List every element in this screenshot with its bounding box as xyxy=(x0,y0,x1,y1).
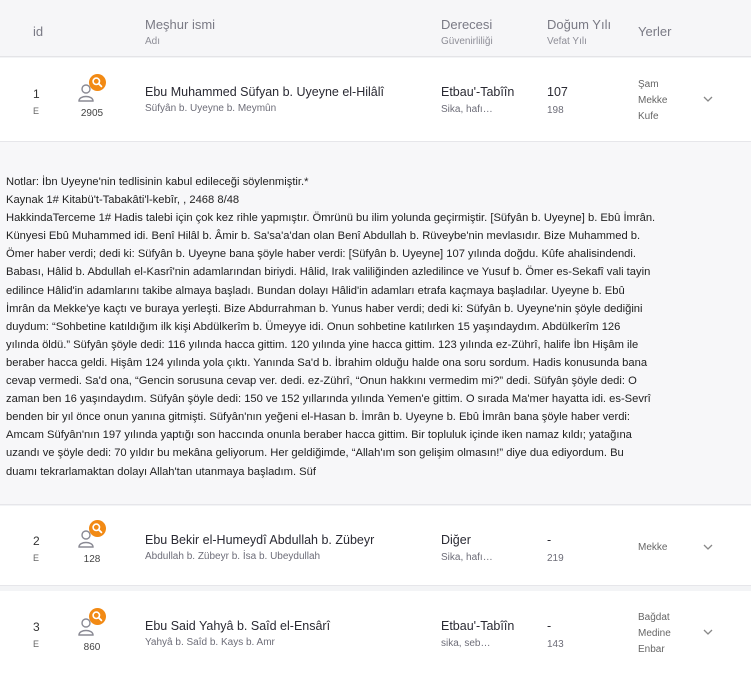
place-item: Enbar xyxy=(638,644,665,655)
reliability-grade: Etbau'-Tabîîn sika, seb… xyxy=(441,619,514,649)
narrator-table: id Meşhur ismi Adı Derecesi Güvenirliliğ… xyxy=(0,0,751,680)
row-id: 1 E xyxy=(33,87,40,116)
row-tag: E xyxy=(33,639,40,649)
full-name: Yahyâ b. Saîd b. Kays b. Amr xyxy=(145,637,275,648)
place-item: Medine xyxy=(638,628,671,639)
death-year: 219 xyxy=(547,553,564,564)
grade-detail: Sika, hafı… xyxy=(441,104,493,115)
search-icon xyxy=(92,611,103,622)
detail-line: duydum: “Sohbetine katıldığım ilk kişi A… xyxy=(6,320,621,333)
detail-line: Kaynak 1# Kitabü't-Tabakâti'l-kebîr, , 2… xyxy=(6,194,240,207)
header-places: Yerler xyxy=(638,24,672,39)
narrator-avatar[interactable]: 860 xyxy=(76,608,106,653)
full-name: Abdullah b. Zübeyr b. İsa b. Ubeydullah xyxy=(145,551,321,562)
place-item: Kufe xyxy=(638,111,659,122)
detail-line: Künyesi Ebû Muhammed idi. Benî Hilâl b. … xyxy=(6,230,641,243)
row-id-number: 2 xyxy=(33,534,40,548)
places-list: Şam Mekke Kufe xyxy=(638,77,667,125)
grade-label: Etbau'-Tabîîn xyxy=(441,85,515,99)
birth-year: - xyxy=(547,533,552,547)
chevron-down-icon[interactable] xyxy=(703,544,713,551)
birth-year: 107 xyxy=(547,85,568,99)
narrator-name[interactable]: Ebu Muhammed Süfyan b. Uyeyne el-Hilâlî … xyxy=(145,85,384,114)
search-badge[interactable] xyxy=(89,74,106,91)
birth-death-years: 107 198 xyxy=(547,85,568,116)
header-name-sub: Adı xyxy=(145,36,161,47)
hadith-count: 128 xyxy=(83,554,101,565)
row-id: 3 E xyxy=(33,620,40,649)
table-row[interactable]: 1 E 2905 Ebu Muhammed Süfyan b. Uyeyne e… xyxy=(0,58,751,142)
narrator-name[interactable]: Ebu Bekir el-Humeydî Abdullah b. Zübeyr … xyxy=(145,533,374,562)
grade-label: Diğer xyxy=(441,533,471,547)
narrator-avatar[interactable]: 128 xyxy=(76,520,106,565)
famous-name: Ebu Said Yahyâ b. Saîd el-Ensârî xyxy=(145,619,331,633)
table-row[interactable]: 2 E 128 Ebu Bekir el-Humeydî Abdullah b.… xyxy=(0,506,751,586)
detail-line: uzandı ve şöyle dedi: 70 yıldır bu mekân… xyxy=(6,447,624,460)
header-birth[interactable]: Doğum Yılı Vefat Yılı xyxy=(547,17,611,47)
detail-line: benden bir yıl önce onun yanına gitmişti… xyxy=(6,411,631,424)
detail-line: cevap vermedi. Sa'd ona, “Gencin sorusun… xyxy=(6,375,637,388)
places-list: Bağdat Medine Enbar xyxy=(638,610,671,658)
narrator-detail-panel: Notlar: İbn Uyeyne'nin tedlisinin kabul … xyxy=(0,142,751,505)
place-item: Mekke xyxy=(638,95,668,106)
row-tag: E xyxy=(33,106,40,116)
detail-line: edilince Hâlid'in adamlarını takibe alma… xyxy=(6,284,625,297)
birth-year: - xyxy=(547,619,552,633)
birth-death-years: - 143 xyxy=(547,619,564,650)
place-item: Şam xyxy=(638,79,659,90)
places-list: Mekke xyxy=(638,540,667,556)
grade-detail: sika, seb… xyxy=(441,638,491,649)
search-badge[interactable] xyxy=(89,608,106,625)
detail-line: duamı tekrarlamaktan dolayı Allah'tan ut… xyxy=(6,465,316,478)
header-birth-label: Doğum Yılı xyxy=(547,17,612,32)
birth-death-years: - 219 xyxy=(547,533,564,564)
detail-line: beraber hacca geldi. Hişâm 124 yılında y… xyxy=(6,356,648,369)
grade-label: Etbau'-Tabîîn xyxy=(441,619,515,633)
hadith-count: 2905 xyxy=(80,108,104,119)
header-death-sub: Vefat Yılı xyxy=(547,36,587,47)
search-badge[interactable] xyxy=(89,520,106,537)
death-year: 198 xyxy=(547,105,564,116)
header-grade-sub: Güvenirliliği xyxy=(441,36,493,47)
header-name-label: Meşhur ismi xyxy=(145,17,216,32)
table-header: id Meşhur ismi Adı Derecesi Güvenirliliğ… xyxy=(0,0,751,57)
row-id-number: 3 xyxy=(33,620,40,634)
place-item: Bağdat xyxy=(638,612,670,623)
row-tag: E xyxy=(33,553,40,563)
hadith-count: 860 xyxy=(83,642,101,653)
header-name[interactable]: Meşhur ismi Adı xyxy=(145,17,215,47)
reliability-grade: Etbau'-Tabîîn Sika, hafı… xyxy=(441,85,514,115)
header-grade[interactable]: Derecesi Güvenirliliği xyxy=(441,17,493,47)
header-grade-label: Derecesi xyxy=(441,17,493,32)
search-icon xyxy=(92,77,103,88)
biography-text: Notlar: İbn Uyeyne'nin tedlisinin kabul … xyxy=(6,173,744,481)
place-item: Mekke xyxy=(638,542,668,553)
death-year: 143 xyxy=(547,639,564,650)
search-icon xyxy=(92,523,103,534)
grade-detail: Sika, hafı… xyxy=(441,552,493,563)
narrator-name[interactable]: Ebu Said Yahyâ b. Saîd el-Ensârî Yahyâ b… xyxy=(145,619,330,648)
detail-line: zaman ben 16 yaşındaydım. Süfyân şöyle d… xyxy=(6,393,651,406)
detail-line: Ömer haber verdi; dedi ki: Süfyân b. Uye… xyxy=(6,248,636,261)
famous-name: Ebu Muhammed Süfyan b. Uyeyne el-Hilâlî xyxy=(145,85,385,99)
chevron-down-icon[interactable] xyxy=(703,96,713,103)
row-id-number: 1 xyxy=(33,87,40,101)
row-id: 2 E xyxy=(33,534,40,563)
narrator-avatar[interactable]: 2905 xyxy=(76,74,106,119)
detail-line: HakkindaTerceme 1# Hadis talebi için çok… xyxy=(6,212,656,225)
header-id: id xyxy=(33,24,44,39)
detail-line: yılında öldü.” Süfyân şöyle dedi: 116 yı… xyxy=(6,338,639,351)
famous-name: Ebu Bekir el-Humeydî Abdullah b. Zübeyr xyxy=(145,533,375,547)
detail-line: Babası, Hâlid b. Abdullah el-Kasrî'nin a… xyxy=(6,266,651,279)
detail-line: Amcam Süfyân'nın 197 yılında yaptığı son… xyxy=(6,429,632,442)
chevron-down-icon[interactable] xyxy=(703,629,713,636)
detail-line: Notlar: İbn Uyeyne'nin tedlisinin kabul … xyxy=(6,176,309,188)
full-name: Süfyân b. Uyeyne b. Meymûn xyxy=(145,103,277,114)
table-row[interactable]: 3 E 860 Ebu Said Yahyâ b. Saîd el-Ensârî… xyxy=(0,591,751,680)
detail-line: İmrân da Mekke'ye kaçtı ve buraya yerleş… xyxy=(6,302,643,315)
reliability-grade: Diğer Sika, hafı… xyxy=(441,533,493,563)
